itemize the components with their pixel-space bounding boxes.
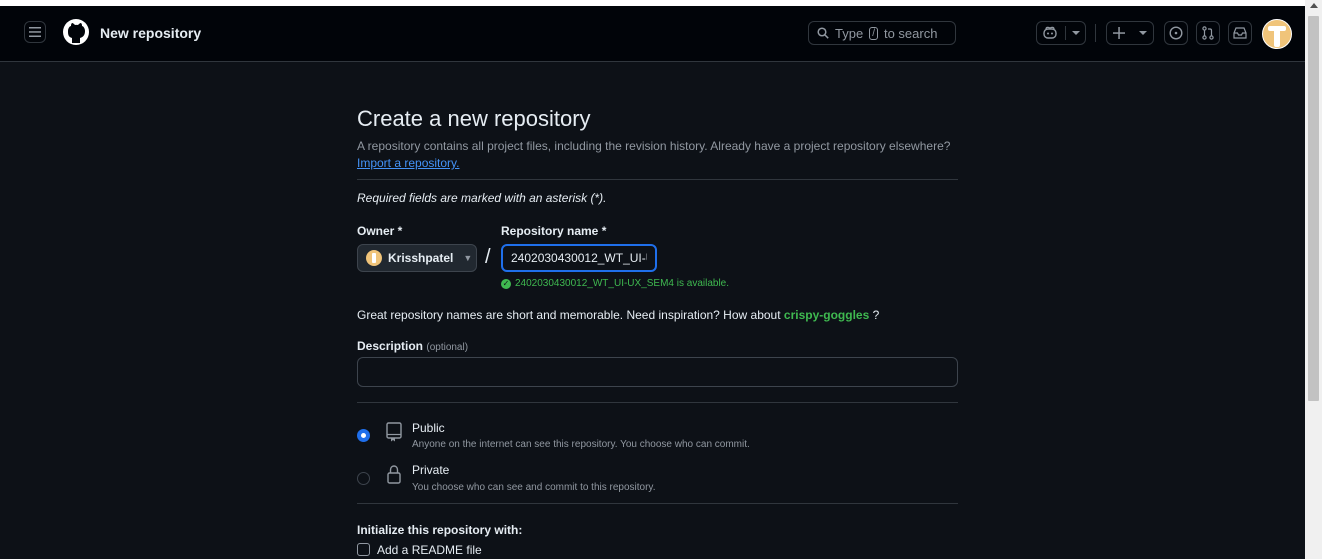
repository-name-input[interactable] bbox=[501, 244, 657, 272]
create-new-button[interactable] bbox=[1106, 21, 1154, 45]
add-readme-label[interactable]: Add a README file bbox=[377, 543, 482, 557]
header-divider bbox=[1095, 24, 1096, 42]
owner-repo-separator: / bbox=[485, 246, 491, 268]
name-suggestion: Great repository names are short and mem… bbox=[357, 308, 879, 322]
inbox-icon bbox=[1233, 27, 1247, 39]
pull-requests-button[interactable] bbox=[1196, 21, 1220, 45]
repository-name-label: Repository name * bbox=[501, 224, 607, 238]
required-fields-note: Required fields are marked with an aster… bbox=[357, 191, 607, 205]
owner-avatar bbox=[366, 250, 382, 266]
hamburger-icon bbox=[29, 27, 41, 37]
pull-request-icon bbox=[1202, 26, 1214, 40]
lock-icon bbox=[387, 465, 401, 484]
inbox-button[interactable] bbox=[1228, 21, 1252, 45]
page-title: Create a new repository bbox=[357, 106, 591, 131]
scroll-up-arrow-icon[interactable] bbox=[1310, 3, 1318, 8]
private-option-desc: You choose who can see and commit to thi… bbox=[412, 482, 656, 493]
suggestion-text: Great repository names are short and mem… bbox=[357, 308, 781, 322]
copilot-icon bbox=[1043, 26, 1057, 39]
import-repository-link[interactable]: Import a repository. bbox=[357, 156, 459, 170]
public-option-title[interactable]: Public bbox=[412, 421, 445, 435]
public-option-desc: Anyone on the internet can see this repo… bbox=[412, 439, 750, 450]
search-input[interactable]: Type / to search bbox=[808, 21, 956, 45]
description-label-text: Description bbox=[357, 339, 424, 353]
page-subtitle: A repository contains all project files,… bbox=[357, 139, 951, 153]
private-radio[interactable] bbox=[357, 472, 370, 485]
repo-icon bbox=[386, 422, 402, 442]
user-avatar[interactable] bbox=[1262, 19, 1292, 49]
suggested-name-link[interactable]: crispy-goggles bbox=[784, 308, 869, 322]
header-title[interactable]: New repository bbox=[100, 25, 201, 41]
owner-label: Owner * bbox=[357, 224, 403, 238]
search-label: Type bbox=[835, 25, 864, 41]
initialize-label: Initialize this repository with: bbox=[357, 523, 523, 537]
search-icon bbox=[817, 27, 829, 39]
app-header: New repository Type / to search bbox=[0, 6, 1305, 62]
private-option-title[interactable]: Private bbox=[412, 463, 449, 477]
owner-select[interactable]: Krisshpatel ▼ bbox=[357, 244, 477, 272]
chevron-down-icon bbox=[1139, 31, 1147, 35]
suggestion-end: ? bbox=[872, 308, 880, 322]
public-radio[interactable] bbox=[357, 429, 370, 442]
github-logo-icon[interactable] bbox=[62, 18, 90, 46]
check-circle-icon: ✓ bbox=[501, 278, 511, 289]
availability-text: 2402030430012_WT_UI-UX_SEM4 is available… bbox=[515, 278, 730, 289]
add-readme-checkbox[interactable] bbox=[357, 543, 370, 556]
section-divider bbox=[357, 503, 958, 504]
chevron-down-icon[interactable] bbox=[1072, 30, 1080, 36]
search-suffix: to search bbox=[883, 25, 938, 41]
issue-icon bbox=[1169, 26, 1183, 40]
copilot-button[interactable] bbox=[1036, 21, 1086, 45]
menu-button[interactable] bbox=[24, 21, 46, 43]
section-divider bbox=[357, 179, 958, 180]
search-shortcut-key: / bbox=[869, 26, 878, 40]
issues-button[interactable] bbox=[1164, 21, 1188, 45]
description-input[interactable] bbox=[357, 357, 958, 387]
section-divider bbox=[357, 402, 958, 403]
chevron-down-icon: ▼ bbox=[463, 253, 473, 263]
availability-message: ✓ 2402030430012_WT_UI-UX_SEM4 is availab… bbox=[501, 278, 729, 289]
owner-name: Krisshpatel bbox=[388, 251, 454, 265]
plus-icon bbox=[1113, 27, 1125, 39]
description-label: Description (optional) bbox=[357, 339, 468, 353]
page-scrollbar[interactable] bbox=[1305, 0, 1322, 559]
description-optional-hint: (optional) bbox=[426, 342, 469, 353]
scroll-thumb[interactable] bbox=[1308, 16, 1319, 401]
